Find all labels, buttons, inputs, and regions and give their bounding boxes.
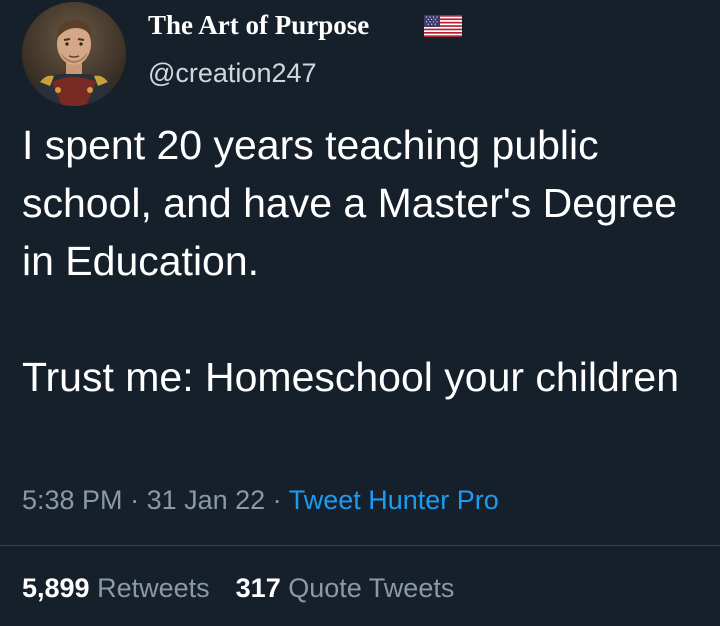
tweet-stats: 5,899 Retweets 317 Quote Tweets xyxy=(22,568,454,608)
tweet-date[interactable]: 31 Jan 22 xyxy=(147,485,266,515)
meta-separator: · xyxy=(122,485,147,515)
retweets-stat[interactable]: 5,899 Retweets xyxy=(22,573,210,603)
profile-avatar-icon xyxy=(22,2,126,106)
avatar[interactable] xyxy=(22,2,126,106)
tweet-paragraph: I spent 20 years teaching public school,… xyxy=(22,122,678,284)
quote-tweets-label: Quote Tweets xyxy=(288,573,455,603)
tweet-time[interactable]: 5:38 PM xyxy=(22,485,123,515)
author-handle[interactable]: @creation247 xyxy=(148,56,317,90)
tweet-meta: 5:38 PM · 31 Jan 22 · Tweet Hunter Pro xyxy=(22,480,499,520)
retweets-label: Retweets xyxy=(97,573,210,603)
quote-tweets-stat[interactable]: 317 Quote Tweets xyxy=(236,573,455,603)
author-display-name[interactable]: The Art of Purpose xyxy=(148,8,369,42)
tweet-card: The Art of Purpose @creation247 I spent … xyxy=(0,0,720,626)
tweet-source-link[interactable]: Tweet Hunter Pro xyxy=(289,485,499,515)
meta-separator: · xyxy=(265,485,289,515)
quote-tweets-count: 317 xyxy=(235,573,281,603)
divider xyxy=(0,545,720,546)
us-flag-icon xyxy=(424,15,462,37)
tweet-text: I spent 20 years teaching public school,… xyxy=(22,116,712,406)
tweet-paragraph: Trust me: Homeschool your children xyxy=(22,354,680,400)
retweets-count: 5,899 xyxy=(22,573,90,603)
